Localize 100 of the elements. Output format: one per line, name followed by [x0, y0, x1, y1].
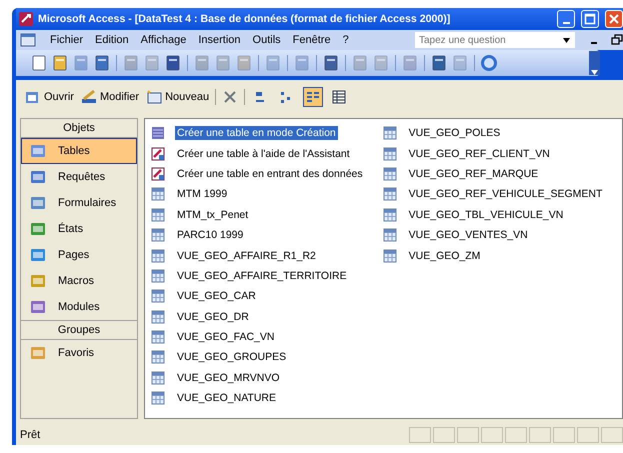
toolbar-button[interactable]: Nouveau [145, 89, 210, 105]
table-icon [151, 228, 165, 242]
table-icon [382, 126, 397, 140]
restore-icon[interactable] [611, 34, 623, 46]
table-icon [382, 166, 397, 181]
table-icon [151, 248, 165, 263]
table-icon [151, 310, 165, 324]
table-icon [382, 248, 397, 263]
object-item[interactable]: PARC10 1999 [151, 224, 365, 246]
sidebar-item[interactable]: Macros [21, 268, 137, 294]
maximize-icon [584, 13, 596, 25]
object-item[interactable]: VUE_GEO_MRVNVO [151, 368, 365, 388]
sidebar-item[interactable]: Formulaires [21, 190, 137, 216]
status-pane [553, 427, 575, 443]
help-icon[interactable] [480, 54, 498, 72]
toolbar-icon[interactable] [322, 54, 340, 72]
table-icon [151, 350, 165, 364]
table-icon [151, 208, 165, 222]
table-icon [382, 228, 397, 242]
object-item[interactable]: Créer une table en entrant des données [151, 164, 365, 184]
category-icon [30, 195, 46, 211]
toolbar-options-button[interactable] [589, 51, 600, 75]
sidebar-item[interactable]: États [21, 216, 137, 242]
close-icon [608, 13, 620, 25]
dropdown-arrow-icon[interactable] [591, 70, 598, 75]
sidebar-item[interactable]: Pages [21, 242, 137, 268]
menu-item[interactable]: Fichier [50, 34, 84, 46]
category-icon [30, 143, 46, 159]
table-icon [151, 391, 165, 406]
minimize-icon [562, 22, 570, 24]
table-icon [151, 370, 165, 385]
object-item[interactable]: VUE_GEO_CAR [151, 286, 365, 307]
object-item[interactable]: VUE_GEO_REF_VEHICULE_SEGMENT [382, 184, 604, 205]
sidebar-item[interactable]: Favoris [21, 340, 137, 366]
category-icon [30, 299, 46, 315]
category-icon [30, 273, 46, 289]
table-icon [382, 146, 397, 161]
object-item[interactable]: VUE_GEO_POLES [382, 123, 604, 144]
status-pane [505, 427, 527, 443]
delete-icon[interactable] [222, 89, 238, 105]
status-pane [409, 427, 431, 443]
category-icon [30, 169, 46, 185]
status-pane [577, 427, 599, 443]
menu-item[interactable]: Edition [95, 34, 129, 46]
category-icon [30, 345, 46, 361]
table-icon [151, 187, 165, 202]
object-item[interactable]: VUE_GEO_FAC_VN [151, 326, 365, 348]
menu-item[interactable]: Fenêtre [292, 34, 331, 46]
new-icon [145, 89, 164, 105]
close-button[interactable] [605, 10, 623, 28]
table-icon [382, 187, 397, 202]
object-item[interactable]: VUE_GEO_AFFAIRE_TERRITOIRE [151, 266, 365, 286]
table-icon [151, 289, 165, 304]
object-item[interactable]: VUE_GEO_DR [151, 306, 365, 327]
object-item[interactable]: VUE_GEO_TBL_VEHICULE_VN [382, 204, 604, 225]
sidebar-item[interactable]: Tables [21, 138, 137, 164]
view-icon [305, 89, 322, 105]
object-item[interactable]: VUE_GEO_NATURE [151, 388, 365, 408]
view-button[interactable] [303, 87, 324, 107]
table-icon [382, 208, 397, 222]
status-pane [601, 427, 623, 443]
pencil-icon [80, 89, 98, 105]
status-pane [457, 427, 479, 443]
menu-item[interactable]: ? [342, 34, 349, 46]
object-item[interactable]: VUE_GEO_ZM [382, 245, 604, 266]
category-icon [30, 221, 46, 237]
toolbar-icon[interactable] [30, 54, 48, 72]
table-icon [151, 268, 165, 283]
object-item[interactable]: VUE_GEO_REF_CLIENT_VN [382, 143, 604, 164]
toolbar-icon[interactable] [51, 54, 69, 72]
object-item[interactable]: VUE_GEO_VENTES_VN [382, 224, 604, 246]
object-item[interactable]: VUE_GEO_AFFAIRE_R1_R2 [151, 245, 365, 266]
view-icon [331, 89, 348, 105]
toolbar-icon[interactable] [164, 54, 182, 72]
help-search-field[interactable]: Tapez une question [415, 32, 575, 48]
toolbar-button[interactable]: Modifier [80, 89, 140, 105]
object-item[interactable]: MTM 1999 [151, 184, 365, 205]
object-item[interactable]: Créer une table à l'aide de l'Assistant [151, 143, 365, 164]
status-text: Prêt [20, 429, 40, 441]
object-item[interactable]: VUE_GEO_REF_MARQUE [382, 164, 604, 184]
status-pane [433, 427, 455, 443]
menu-item[interactable]: Affichage [140, 34, 186, 46]
maximize-button[interactable] [581, 10, 599, 28]
sidebar-item[interactable]: Modules [21, 294, 137, 320]
object-item[interactable]: MTM_tx_Penet [151, 204, 365, 225]
table-icon [151, 330, 165, 344]
status-pane [481, 427, 503, 443]
category-icon [30, 247, 46, 263]
section-header[interactable]: Groupes [21, 320, 137, 340]
minimize-button[interactable] [557, 10, 575, 28]
toolbar-button[interactable]: Ouvrir [24, 89, 74, 105]
sidebar-item[interactable]: Requêtes [21, 164, 137, 190]
menu-item[interactable]: Outils [252, 34, 281, 46]
status-pane [529, 427, 551, 443]
toolbar-icon[interactable] [430, 54, 448, 72]
menu-item[interactable]: Insertion [198, 34, 241, 46]
dropdown-arrow-icon[interactable] [563, 38, 570, 42]
object-item[interactable]: VUE_GEO_GROUPES [151, 347, 365, 368]
toolbar-icon[interactable] [93, 54, 111, 72]
window-title: Microsoft Access - [DataTest 4 : Base de données (format de fichier Access 2000)] [38, 13, 450, 25]
